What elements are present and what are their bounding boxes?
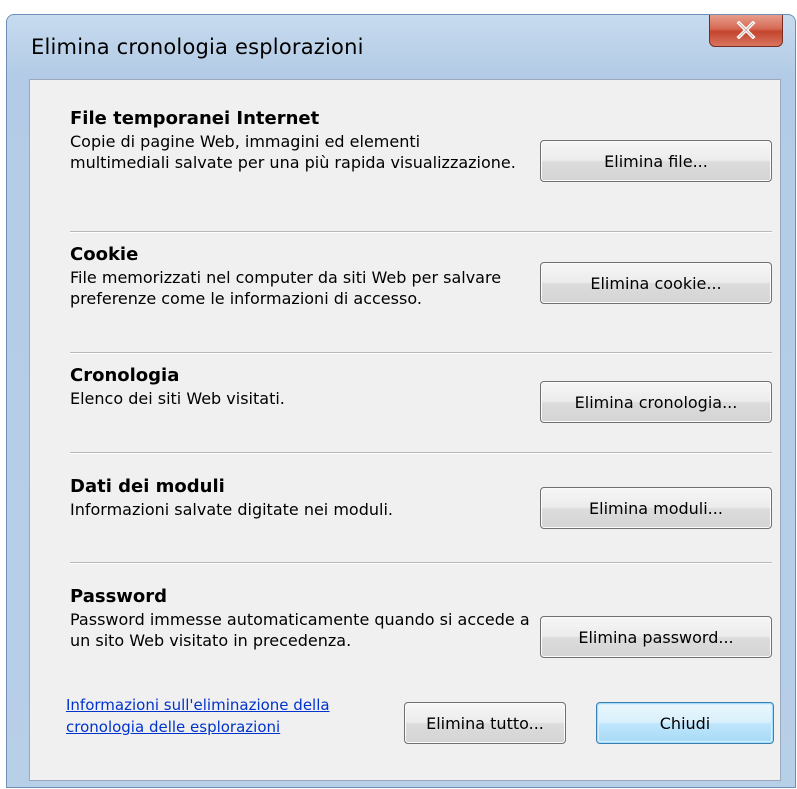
delete-password-button[interactable]: Elimina password... <box>540 616 772 658</box>
delete-cookie-button[interactable]: Elimina cookie... <box>540 262 772 304</box>
section-description: Password immesse automaticamente quando … <box>70 610 530 650</box>
dialog-window: Elimina cronologia esplorazioni File tem… <box>6 14 796 788</box>
delete-forms-button[interactable]: Elimina moduli... <box>540 487 772 529</box>
section-description: Copie di pagine Web, immagini ed element… <box>70 132 516 172</box>
section-description: Informazioni salvate digitate nei moduli… <box>70 500 393 519</box>
section-title: Password <box>70 586 168 607</box>
title-bar[interactable]: Elimina cronologia esplorazioni <box>7 15 795 77</box>
section-description: Elenco dei siti Web visitati. <box>70 389 285 408</box>
info-link[interactable]: Informazioni sull'eliminazione della cro… <box>66 694 386 738</box>
close-window-button[interactable] <box>709 15 783 47</box>
dialog-title: Elimina cronologia esplorazioni <box>31 35 364 59</box>
close-button[interactable]: Chiudi <box>596 702 774 744</box>
delete-all-button[interactable]: Elimina tutto... <box>404 702 566 744</box>
separator <box>70 231 772 233</box>
separator <box>70 562 772 564</box>
close-icon <box>736 21 756 39</box>
delete-history-button[interactable]: Elimina cronologia... <box>540 381 772 423</box>
delete-files-button[interactable]: Elimina file... <box>540 140 772 182</box>
section-title: File temporanei Internet <box>70 108 320 129</box>
dialog-content: File temporanei Internet Copie di pagine… <box>29 79 781 781</box>
section-description: File memorizzati nel computer da siti We… <box>70 268 502 308</box>
separator <box>70 452 772 454</box>
separator <box>70 352 772 354</box>
